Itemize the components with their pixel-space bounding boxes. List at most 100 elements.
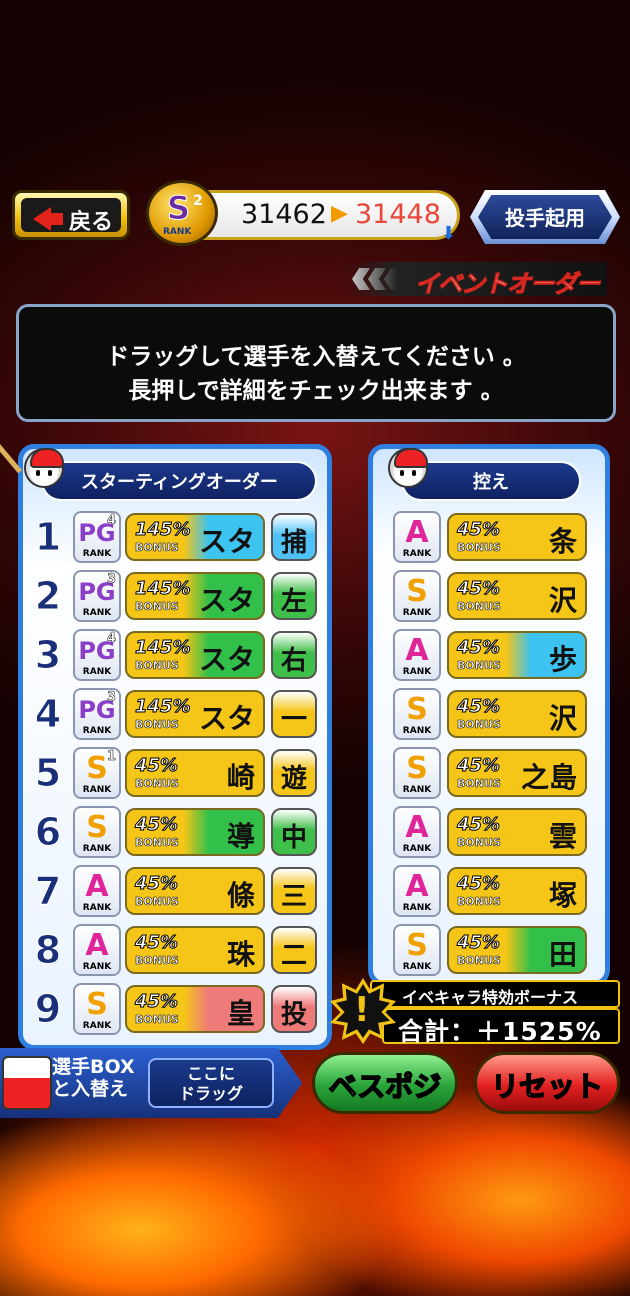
back-button[interactable]: 戻る bbox=[12, 190, 130, 240]
event-order-label: イベントオーダー bbox=[345, 262, 607, 299]
rank-badge: S 1 RANK bbox=[73, 747, 121, 799]
player-name: 皇 bbox=[226, 997, 255, 1030]
bench-row: S RANK 45% BONUS 沢 bbox=[393, 570, 593, 624]
lineup-row: 2 PG 3 RANK 145% BONUS スタ左 bbox=[33, 570, 323, 624]
back-button-face: 戻る bbox=[21, 198, 121, 235]
player-card[interactable]: 45% BONUS 歩 bbox=[447, 631, 587, 679]
position-badge[interactable]: 三 bbox=[271, 867, 317, 915]
player-card[interactable]: 145% BONUS スタ bbox=[125, 690, 265, 738]
rank-word: RANK bbox=[402, 549, 432, 559]
bonus-label: BONUS bbox=[457, 600, 501, 614]
rank-sub: 4 bbox=[106, 631, 117, 647]
position-badge[interactable]: 左 bbox=[271, 572, 317, 620]
position-label: 三 bbox=[280, 882, 307, 912]
rank-letter: A bbox=[405, 633, 429, 668]
player-name: 條 bbox=[226, 879, 255, 912]
bonus-percent: 145% bbox=[135, 519, 192, 541]
player-card[interactable]: 45% BONUS 雲 bbox=[447, 808, 587, 856]
bench-panel: 控え A RANK 45% BONUS 条 S RANK 45% BONUS 沢 A RANK 45% B… bbox=[368, 444, 610, 986]
player-box-label: 選手BOX と入替え bbox=[52, 1056, 135, 1100]
batting-order-number: 6 bbox=[34, 810, 62, 855]
player-card[interactable]: 145% BONUS スタ bbox=[125, 572, 265, 620]
lineup-row: 1 PG 4 RANK 145% BONUS スタ捕 bbox=[33, 511, 323, 565]
reset-button[interactable]: リセット bbox=[474, 1052, 620, 1114]
rank-badge: A RANK bbox=[393, 511, 441, 563]
player-card[interactable]: 45% BONUS 沢 bbox=[447, 572, 587, 620]
player-name: 歩 bbox=[548, 643, 577, 676]
batting-order-number: 3 bbox=[34, 633, 62, 678]
bonus-percent: 45% bbox=[456, 637, 501, 659]
rank-letter: A bbox=[405, 810, 429, 845]
player-card[interactable]: 45% BONUS 田 bbox=[447, 926, 587, 974]
batting-order-number: 1 bbox=[34, 515, 62, 560]
player-name: 崎 bbox=[226, 761, 255, 794]
rank-word: RANK bbox=[402, 903, 432, 913]
player-card[interactable]: 45% BONUS 崎 bbox=[125, 749, 265, 797]
position-label: 左 bbox=[280, 587, 307, 617]
bonus-label: BONUS bbox=[457, 777, 501, 791]
player-card[interactable]: 145% BONUS スタ bbox=[125, 631, 265, 679]
pitcher-usage-button[interactable]: 投手起用 bbox=[470, 190, 620, 244]
event-bonus-total-box: 合計：＋1525% bbox=[382, 1008, 620, 1046]
position-badge[interactable]: 右 bbox=[271, 631, 317, 679]
rank-sub: 1 bbox=[106, 749, 117, 765]
rank-word: RANK bbox=[402, 785, 432, 795]
lineup-row: 5 S 1 RANK 45% BONUS 崎遊 bbox=[33, 747, 323, 801]
player-card[interactable]: 45% BONUS 塚 bbox=[447, 867, 587, 915]
player-card[interactable]: 45% BONUS 導 bbox=[125, 808, 265, 856]
player-name: 条 bbox=[548, 525, 577, 558]
bonus-label: BONUS bbox=[135, 1013, 179, 1027]
bonus-percent: 145% bbox=[135, 578, 192, 600]
rank-badge: A RANK bbox=[73, 865, 121, 917]
bonus-percent: 45% bbox=[134, 932, 179, 954]
bonus-label: BONUS bbox=[135, 659, 179, 673]
instruction-line-2: 長押しで詳細をチェック出来ます 。 bbox=[128, 378, 504, 404]
drag-drop-text: ここに ドラッグ bbox=[150, 1064, 272, 1104]
lineup-row: 6 S RANK 45% BONUS 導中 bbox=[33, 806, 323, 860]
player-card[interactable]: 45% BONUS 珠 bbox=[125, 926, 265, 974]
best-position-button[interactable]: ベスポジ bbox=[312, 1052, 458, 1114]
rank-letter: A bbox=[405, 515, 429, 550]
player-name: 塚 bbox=[548, 879, 577, 912]
player-card[interactable]: 145% BONUS スタ bbox=[125, 513, 265, 561]
position-badge[interactable]: 一 bbox=[271, 690, 317, 738]
position-badge[interactable]: 中 bbox=[271, 808, 317, 856]
position-badge[interactable]: 捕 bbox=[271, 513, 317, 561]
rank-letter: S bbox=[406, 928, 428, 963]
player-name: 之島 bbox=[520, 761, 577, 794]
drag-drop-zone[interactable]: ここに ドラッグ bbox=[148, 1058, 274, 1108]
rank-sub: 3 bbox=[106, 572, 117, 588]
player-box-label-2: と入替え bbox=[52, 1078, 129, 1100]
player-card[interactable]: 45% BONUS 之島 bbox=[447, 749, 587, 797]
rank-word: RANK bbox=[82, 667, 112, 677]
rank-word: RANK bbox=[82, 1021, 112, 1031]
instruction-box: ドラッグして選手を入替えてください 。 長押しで詳細をチェック出来ます 。 bbox=[16, 304, 616, 422]
player-card[interactable]: 45% BONUS 條 bbox=[125, 867, 265, 915]
position-badge[interactable]: 投 bbox=[271, 985, 317, 1033]
bonus-percent: 45% bbox=[134, 991, 179, 1013]
player-name: スタ bbox=[198, 584, 255, 617]
batting-order-number: 5 bbox=[34, 751, 62, 796]
player-card[interactable]: 45% BONUS 条 bbox=[447, 513, 587, 561]
rank-word: RANK bbox=[82, 549, 112, 559]
bonus-percent: 45% bbox=[456, 696, 501, 718]
player-card[interactable]: 45% BONUS 沢 bbox=[447, 690, 587, 738]
bonus-label: BONUS bbox=[135, 836, 179, 850]
bonus-percent: 45% bbox=[456, 932, 501, 954]
batting-order-number: 4 bbox=[34, 692, 62, 737]
drag-drop-line-1: ここに bbox=[186, 1064, 235, 1083]
bonus-label: BONUS bbox=[457, 895, 501, 909]
player-name: 雲 bbox=[548, 820, 577, 853]
bonus-percent: 45% bbox=[134, 755, 179, 777]
player-card[interactable]: 45% BONUS 皇 bbox=[125, 985, 265, 1033]
position-badge[interactable]: 遊 bbox=[271, 749, 317, 797]
position-label: 中 bbox=[280, 823, 307, 853]
bonus-label: BONUS bbox=[135, 718, 179, 732]
bench-row: A RANK 45% BONUS 塚 bbox=[393, 865, 593, 919]
player-box-swap[interactable]: 選手BOX と入替え ここに ドラッグ bbox=[0, 1048, 302, 1118]
lineup-row: 3 PG 4 RANK 145% BONUS スタ右 bbox=[33, 629, 323, 683]
rank-badge: A RANK bbox=[393, 865, 441, 917]
bonus-percent: 145% bbox=[135, 637, 192, 659]
event-bonus-label-box: イベキャラ特効ボーナス bbox=[370, 980, 620, 1008]
position-badge[interactable]: 二 bbox=[271, 926, 317, 974]
